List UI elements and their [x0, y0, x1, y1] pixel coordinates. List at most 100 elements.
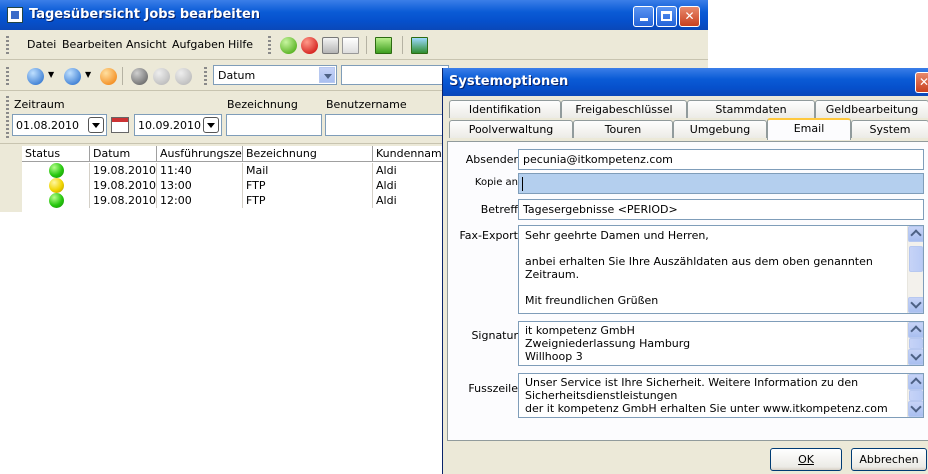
absender-value: pecunia@itkompetenz.com	[523, 153, 673, 166]
grid-export-icon[interactable]	[375, 37, 392, 54]
fusszeile-textarea[interactable]: Unser Service ist Ihre Sicherheit. Weite…	[518, 373, 924, 418]
exit-icon[interactable]	[411, 37, 428, 54]
absender-field[interactable]: pecunia@itkompetenz.com	[518, 149, 924, 170]
table-row[interactable]: 19.08.2010 12:00 FTP Aldi	[22, 193, 453, 208]
refresh-icon[interactable]	[100, 68, 117, 85]
minimize-button[interactable]	[633, 6, 654, 27]
date-to-picker[interactable]: 10.09.2010	[134, 114, 222, 136]
export-icon[interactable]	[342, 37, 359, 54]
tab-umgebung[interactable]: Umgebung	[673, 120, 767, 138]
bezeichnung-input[interactable]	[226, 114, 322, 136]
dialog-close-button[interactable]: ✕	[915, 72, 928, 93]
column-divider	[89, 163, 90, 178]
cancel-job-icon[interactable]	[131, 68, 148, 85]
text-line: Unser Service ist Ihre Sicherheit. Weite…	[525, 376, 859, 389]
calendar-icon[interactable]	[111, 117, 129, 133]
toolbar-grip[interactable]	[6, 96, 9, 138]
search-input[interactable]	[341, 65, 449, 85]
scroll-thumb[interactable]	[909, 338, 923, 349]
toolbar-grip[interactable]	[6, 67, 9, 85]
sort-select[interactable]: Datum	[213, 65, 337, 85]
fusszeile-label: Fusszeile	[468, 382, 518, 395]
tab-identifikation[interactable]: Identifikation	[449, 100, 561, 118]
text-line: Zeitraum.	[525, 268, 580, 281]
chevron-down-icon[interactable]	[88, 117, 104, 133]
column-header-ausfuehrungszeit[interactable]: Ausführungszeit	[157, 146, 243, 162]
cell-datum: 19.08.2010	[93, 179, 156, 192]
scroll-up-icon[interactable]	[908, 226, 923, 242]
date-from-picker[interactable]: 01.08.2010	[12, 114, 107, 136]
jobs-window-titlebar[interactable]: Tagesübersicht Jobs bearbeiten ✕	[0, 0, 708, 30]
systemoptionen-dialog: Systemoptionen ✕ Identifikation Freigabe…	[442, 68, 928, 474]
cancel-button[interactable]: Abbrechen	[851, 448, 927, 471]
toolbar-grip	[268, 36, 271, 54]
tab-stammdaten[interactable]: Stammdaten	[687, 100, 815, 118]
back-dropdown-icon[interactable]: ▼	[48, 70, 54, 79]
menu-aufgaben[interactable]: Aufgaben	[172, 38, 225, 51]
app-icon	[7, 7, 23, 23]
table-row[interactable]: 19.08.2010 11:40 Mail Aldi	[22, 163, 453, 178]
scroll-down-icon[interactable]	[908, 349, 923, 365]
column-divider	[156, 178, 157, 193]
close-button[interactable]: ✕	[679, 6, 700, 27]
cell-datum: 19.08.2010	[93, 194, 156, 207]
column-header-status[interactable]: Status	[22, 146, 90, 162]
scroll-thumb[interactable]	[909, 246, 923, 272]
fax-export-textarea[interactable]: Sehr geehrte Damen und Herren, anbei erha…	[518, 225, 924, 314]
tab-touren[interactable]: Touren	[573, 120, 673, 138]
benutzername-input[interactable]	[325, 114, 443, 136]
scroll-thumb[interactable]	[909, 390, 923, 401]
back-icon[interactable]	[27, 68, 44, 85]
email-panel: Absender pecunia@itkompetenz.com Kopie a…	[447, 141, 928, 441]
absender-label: Absender	[465, 153, 518, 166]
chevron-down-icon[interactable]	[319, 67, 335, 83]
scroll-up-icon[interactable]	[908, 374, 923, 390]
signatur-scrollbar[interactable]	[907, 322, 923, 365]
column-header-bezeichnung[interactable]: Bezeichnung	[243, 146, 373, 162]
column-divider	[372, 178, 373, 193]
scroll-up-icon[interactable]	[908, 322, 923, 338]
bezeichnung-label: Bezeichnung	[227, 98, 298, 111]
tab-poolverwaltung[interactable]: Poolverwaltung	[449, 120, 573, 138]
column-header-datum[interactable]: Datum	[90, 146, 157, 162]
ok-button-label: OK	[798, 453, 814, 466]
tab-email[interactable]: Email	[767, 118, 851, 140]
text-line: Sehr geehrte Damen und Herren,	[525, 229, 709, 242]
menu-ansicht[interactable]: Ansicht	[126, 38, 167, 51]
kopie-an-field[interactable]	[518, 173, 924, 194]
check-icon[interactable]	[280, 37, 297, 54]
cell-bezeichnung: Mail	[246, 164, 269, 177]
fusszeile-scrollbar[interactable]	[907, 374, 923, 417]
chevron-down-icon[interactable]	[203, 117, 219, 133]
signatur-textarea[interactable]: it kompetenz GmbH Zweigniederlassung Hamb…	[518, 321, 924, 366]
minimize-icon	[639, 18, 648, 21]
betreff-label: Betreff	[480, 203, 518, 216]
forward-dropdown-icon[interactable]: ▼	[85, 70, 91, 79]
maximize-button[interactable]	[656, 6, 677, 27]
column-header-kundenname[interactable]: Kundenname	[373, 146, 453, 162]
betreff-field[interactable]: Tagesergebnisse <PERIOD>	[518, 199, 924, 220]
cell-bezeichnung: FTP	[246, 179, 266, 192]
tab-system[interactable]: System	[851, 120, 928, 138]
tab-geldbearbeitung[interactable]: Geldbearbeitung	[815, 100, 928, 118]
dialog-titlebar[interactable]: Systemoptionen ✕	[443, 68, 928, 96]
column-divider	[156, 163, 157, 178]
date-to-value: 10.09.2010	[138, 119, 201, 132]
status-indicator-icon	[49, 193, 64, 208]
scroll-down-icon[interactable]	[908, 401, 923, 417]
fax-export-scrollbar[interactable]	[907, 226, 923, 313]
menu-hilfe[interactable]: Hilfe	[228, 38, 253, 51]
toolbar-grip[interactable]	[6, 36, 9, 54]
text-line: Sicherheitsdienstleistungen	[525, 389, 678, 402]
table-row[interactable]: 19.08.2010 13:00 FTP Aldi	[22, 178, 453, 193]
ok-button[interactable]: OK	[770, 448, 842, 471]
text-line: Willhoop 3	[525, 350, 583, 363]
menu-datei[interactable]: Datei	[27, 38, 56, 51]
tab-freigabeschluessel[interactable]: Freigabeschlüssel	[561, 100, 687, 118]
forward-icon[interactable]	[64, 68, 81, 85]
column-divider	[89, 178, 90, 193]
menu-bearbeiten[interactable]: Bearbeiten	[62, 38, 122, 51]
scroll-down-icon[interactable]	[908, 297, 923, 313]
print-icon[interactable]	[322, 37, 339, 54]
alert-icon[interactable]	[301, 37, 318, 54]
